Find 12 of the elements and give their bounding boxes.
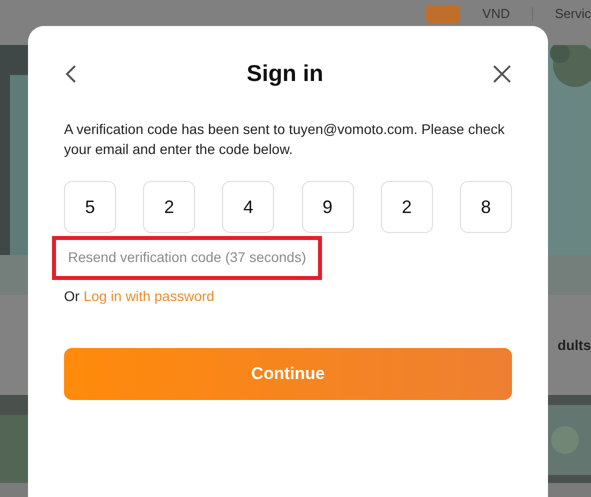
- back-icon[interactable]: [64, 64, 78, 84]
- or-label: Or: [64, 288, 80, 304]
- close-icon[interactable]: [492, 64, 512, 84]
- code-digit-field[interactable]: 4: [222, 181, 274, 233]
- code-digit-field[interactable]: 2: [380, 181, 433, 233]
- side-label: dults: [558, 337, 591, 353]
- instruction-text: A verification code has been sent to tuyen@vomoto.com. Please check your email and enter the code below.: [64, 120, 506, 159]
- code-digit-field[interactable]: 9: [302, 181, 354, 233]
- code-digit-field[interactable]: 5: [64, 181, 116, 233]
- dialog-title: Sign in: [246, 60, 324, 87]
- code-digit-field[interactable]: 8: [460, 181, 512, 233]
- code-digit-field[interactable]: 2: [143, 181, 196, 233]
